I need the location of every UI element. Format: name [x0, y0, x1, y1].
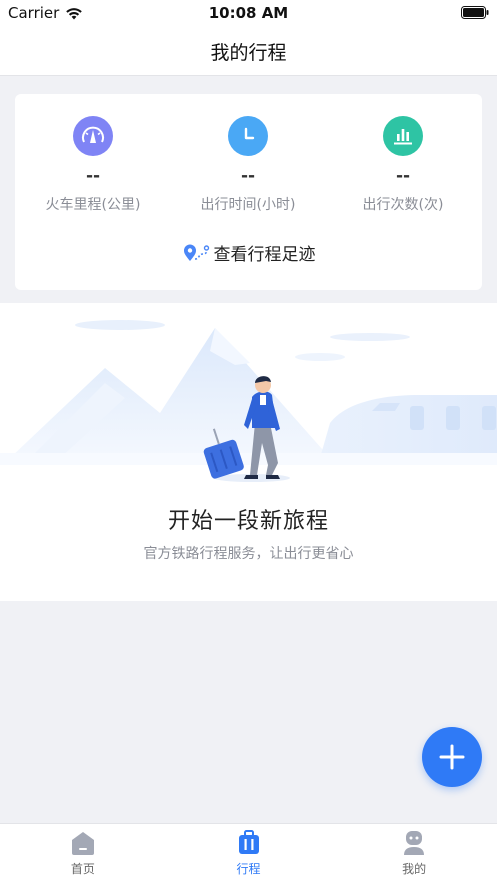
stat-value: -- [240, 166, 256, 186]
bar-chart-icon [383, 116, 423, 156]
page-title: 我的行程 [210, 42, 287, 64]
stat-label: 火车里程(公里) [45, 197, 141, 213]
stat-label: 出行时间(小时) [200, 197, 296, 213]
stat-value: -- [85, 166, 101, 186]
battery-icon [461, 6, 489, 19]
clock-icon [228, 116, 268, 156]
tab-profile[interactable]: 我的 [331, 824, 497, 883]
empty-state-card: 开始一段新旅程 官方铁路行程服务，让出行更省心 [0, 303, 497, 601]
status-time: 10:08 AM [208, 4, 289, 22]
add-trip-button[interactable] [422, 727, 482, 787]
view-footprint-link[interactable]: 查看行程足迹 [15, 240, 482, 265]
stat-travel-time: -- 出行时间(小时) [173, 116, 323, 214]
tab-label: 首页 [70, 862, 95, 876]
route-map-icon [183, 244, 209, 261]
status-bar: Carrier 10:08 AM [0, 0, 497, 26]
tab-bar: 首页 行程 我的 [0, 823, 497, 883]
tab-label: 我的 [402, 862, 427, 876]
stat-trip-count: -- 出行次数(次) [328, 116, 478, 214]
empty-state-title: 开始一段新旅程 [167, 509, 329, 534]
home-icon [71, 832, 94, 855]
travel-illustration [0, 320, 497, 482]
speedometer-icon [73, 116, 113, 156]
stat-value: -- [395, 166, 411, 186]
luggage-icon [238, 830, 259, 854]
plus-icon [439, 744, 465, 770]
stats-card: -- 火车里程(公里) -- 出行时间(小时) -- 出行次数(次) 查看行程足… [15, 94, 482, 290]
stat-train-mileage: -- 火车里程(公里) [18, 116, 168, 214]
tab-trips[interactable]: 行程 [166, 824, 332, 883]
stat-label: 出行次数(次) [362, 197, 444, 213]
profile-icon [404, 831, 425, 855]
tab-label: 行程 [236, 862, 261, 876]
empty-state-subtitle: 官方铁路行程服务，让出行更省心 [143, 546, 354, 562]
tab-home[interactable]: 首页 [0, 824, 166, 883]
footprint-label: 查看行程足迹 [213, 245, 316, 265]
navigation-bar: 我的行程 [0, 26, 497, 76]
